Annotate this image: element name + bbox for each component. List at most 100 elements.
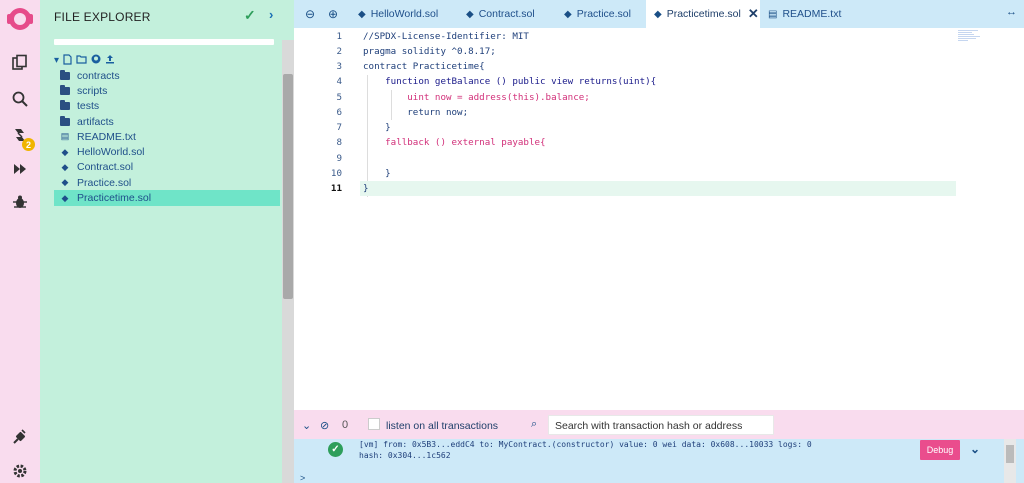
- tree-file-contract[interactable]: ◆ Contract.sol: [54, 160, 280, 175]
- remix-logo-icon[interactable]: [4, 4, 36, 32]
- code-line: function getBalance () public view retur…: [363, 76, 657, 87]
- solidity-file-icon: ◆: [466, 8, 474, 20]
- line-number: 2: [336, 46, 342, 57]
- tree-file-practicetime[interactable]: ◆ Practicetime.sol: [54, 190, 280, 206]
- tab-helloworld[interactable]: ◆ HelloWorld.sol: [352, 0, 442, 28]
- code-line: pragma solidity ^0.8.17;: [363, 46, 496, 57]
- terminal-prompt[interactable]: >: [300, 473, 305, 483]
- panel-title: FILE EXPLORER: [54, 10, 151, 24]
- line-number: 9: [336, 153, 342, 164]
- code-line: return now;: [363, 107, 469, 118]
- zoom-in-icon[interactable]: ⊕: [328, 7, 338, 21]
- debugger-icon[interactable]: [8, 191, 32, 213]
- tree-folder-scripts[interactable]: scripts: [54, 83, 280, 98]
- tree-item-label: contracts: [77, 69, 120, 82]
- listen-checkbox[interactable]: [368, 418, 380, 430]
- line-number: 6: [336, 107, 342, 118]
- minimap[interactable]: [958, 30, 982, 44]
- tree-item-label: Practicetime.sol: [77, 192, 152, 205]
- settings-icon[interactable]: [8, 460, 32, 482]
- code-line: //SPDX-License-Identifier: MIT: [363, 31, 529, 42]
- chevron-right-icon[interactable]: ›: [269, 7, 273, 22]
- tab-practice[interactable]: ◆ Practice.sol: [560, 0, 640, 28]
- line-number: 4: [336, 76, 342, 87]
- line-number: 8: [336, 137, 342, 148]
- deploy-run-icon[interactable]: [8, 158, 32, 180]
- clear-console-icon[interactable]: ⊘: [320, 419, 329, 432]
- terminal-scrollbar-thumb[interactable]: [1006, 445, 1014, 463]
- tree-item-label: Practice.sol: [77, 176, 132, 189]
- collapse-terminal-icon[interactable]: ⌄: [302, 419, 311, 432]
- tree-item-label: tests: [77, 100, 100, 113]
- pending-tx-count: 0: [342, 419, 349, 431]
- file-tree: contracts scripts tests artifacts ▤ READM…: [54, 68, 280, 206]
- debug-button[interactable]: Debug: [920, 440, 960, 460]
- tab-practicetime[interactable]: ◆ Practicetime.sol ✕: [646, 0, 760, 28]
- search-icon[interactable]: [8, 88, 32, 110]
- line-number: 1: [336, 31, 342, 42]
- code-line: uint now = address(this).balance;: [363, 92, 590, 103]
- chevron-down-icon[interactable]: ⌄: [970, 442, 980, 456]
- caret-down-icon[interactable]: ▾: [54, 55, 59, 67]
- terminal-toolbar: ⌄ ⊘ 0 listen on all transactions ⌕ Searc…: [294, 410, 1024, 439]
- solidity-file-icon: ◆: [61, 161, 69, 172]
- tx-log[interactable]: [vm] from: 0x5B3...eddC4 to: MyContract.…: [359, 439, 889, 461]
- tab-contract[interactable]: ◆ Contract.sol: [462, 0, 542, 28]
- folder-icon: [58, 100, 72, 111]
- tree-item-label: scripts: [77, 84, 108, 97]
- folder-icon: [58, 69, 72, 80]
- tree-file-helloworld[interactable]: ◆ HelloWorld.sol: [54, 144, 280, 159]
- folder-icon: [58, 84, 72, 95]
- solidity-file-icon: ◆: [564, 8, 572, 20]
- file-text-icon: ▤: [768, 8, 778, 20]
- listen-label: listen on all transactions: [386, 420, 499, 432]
- tree-item-label: HelloWorld.sol: [77, 146, 145, 159]
- tab-label: Practicetime.sol: [666, 8, 741, 20]
- file-explorer-panel: FILE EXPLORER ✓ › ▾ contracts scripts te…: [40, 0, 294, 483]
- folder-icon: [58, 115, 72, 126]
- close-tab-icon[interactable]: ✕: [748, 6, 759, 22]
- tree-folder-artifacts[interactable]: artifacts: [54, 114, 280, 129]
- tree-folder-contracts[interactable]: contracts: [54, 68, 280, 83]
- explorer-toolbar: ▾: [54, 53, 115, 69]
- code-line: contract Practicetime{: [363, 61, 485, 72]
- tx-log-line: hash: 0x304...1c562: [359, 451, 451, 460]
- tab-label: README.txt: [782, 8, 842, 20]
- line-number: 7: [336, 122, 342, 133]
- tree-folder-tests[interactable]: tests: [54, 99, 280, 114]
- tab-label: HelloWorld.sol: [370, 8, 439, 20]
- code-line: }: [363, 168, 391, 179]
- new-file-icon[interactable]: [63, 53, 72, 69]
- workspace-bar[interactable]: [54, 39, 274, 45]
- new-folder-icon[interactable]: [76, 54, 87, 68]
- solidity-file-icon: ◆: [358, 8, 366, 20]
- tab-label: Contract.sol: [478, 8, 535, 20]
- code-line: fallback () external payable{: [363, 137, 546, 148]
- success-check-icon: ✓: [328, 442, 343, 457]
- icon-panel: 2: [0, 0, 40, 483]
- file-text-icon: ▤: [60, 131, 70, 142]
- solidity-file-icon: ◆: [61, 192, 69, 203]
- solidity-file-icon: ◆: [61, 177, 69, 188]
- terminal-output: ✓ [vm] from: 0x5B3...eddC4 to: MyContrac…: [294, 439, 1024, 483]
- plugin-manager-icon[interactable]: [8, 426, 32, 448]
- upload-icon[interactable]: [105, 54, 115, 68]
- tab-readme[interactable]: ▤ README.txt: [764, 0, 844, 28]
- expand-arrows-icon[interactable]: ↔: [1006, 6, 1017, 18]
- line-number: 5: [336, 92, 342, 103]
- solidity-file-icon: ◆: [61, 146, 69, 157]
- line-number: 10: [330, 168, 342, 179]
- compiler-badge: 2: [22, 138, 35, 151]
- check-icon[interactable]: ✓: [244, 7, 256, 24]
- zoom-out-icon[interactable]: ⊖: [305, 7, 315, 21]
- file-explorer-icon[interactable]: [8, 52, 32, 74]
- tree-file-readme[interactable]: ▤ README.txt: [54, 129, 280, 144]
- explorer-scrollbar-thumb[interactable]: [283, 74, 293, 299]
- search-icon: ⌕: [531, 418, 538, 430]
- tx-search-input[interactable]: Search with transaction hash or address: [548, 415, 774, 435]
- code-line: }: [363, 183, 369, 194]
- tree-file-practice[interactable]: ◆ Practice.sol: [54, 175, 280, 190]
- tab-label: Practice.sol: [576, 8, 631, 20]
- code-editor[interactable]: 1 //SPDX-License-Identifier: MIT 2 pragma …: [294, 28, 1024, 410]
- github-icon[interactable]: [91, 54, 101, 68]
